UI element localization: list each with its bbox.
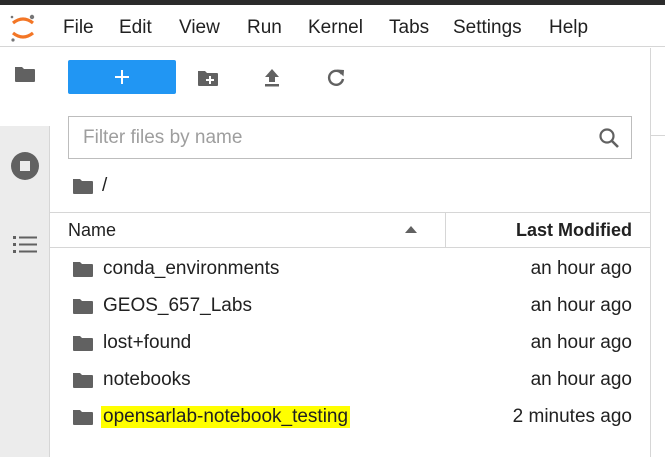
jupyter-logo-icon (10, 14, 35, 42)
table-of-contents-icon (13, 236, 37, 253)
menu-help[interactable]: Help (549, 17, 588, 39)
sort-ascending-icon (405, 226, 417, 233)
sidebar-tab-running[interactable] (0, 146, 50, 186)
list-item[interactable]: lost+found an hour ago (50, 325, 650, 362)
menu-settings[interactable]: Settings (453, 17, 522, 39)
column-header-name-label: Name (68, 220, 117, 240)
home-folder-icon[interactable] (72, 177, 94, 195)
search-icon[interactable] (597, 126, 621, 150)
folder-icon (73, 336, 93, 351)
divider (651, 135, 665, 136)
menu-file[interactable]: File (63, 17, 94, 39)
list-item[interactable]: GEOS_657_Labs an hour ago (50, 288, 650, 325)
activity-sidebar (0, 48, 50, 457)
menu-edit[interactable]: Edit (119, 17, 152, 39)
folder-icon (73, 373, 93, 388)
right-panel-edge (650, 48, 665, 457)
folder-icon (73, 262, 93, 277)
file-modified: an hour ago (530, 295, 632, 316)
filter-files-input[interactable] (69, 117, 589, 158)
breadcrumb-separator: / (102, 175, 108, 196)
column-header-name[interactable]: Name (50, 213, 446, 247)
upload-icon (265, 69, 279, 87)
folder-icon (73, 299, 93, 314)
list-item[interactable]: notebooks an hour ago (50, 362, 650, 399)
new-folder-button[interactable] (192, 62, 224, 94)
menu-bar: File Edit View Run Kernel Tabs Settings … (0, 5, 665, 47)
file-browser-toolbar (50, 48, 650, 110)
file-name: lost+found (103, 332, 192, 353)
plus-icon (115, 70, 129, 84)
file-name: notebooks (103, 369, 191, 390)
file-modified: 2 minutes ago (512, 406, 632, 427)
column-header-modified-label: Last Modified (516, 220, 632, 240)
file-name: opensarlab-notebook_testing (101, 406, 351, 428)
file-listing: conda_environments an hour ago GEOS_657_… (50, 251, 650, 436)
sidebar-tab-files[interactable] (0, 54, 50, 94)
file-modified: an hour ago (530, 369, 632, 390)
file-modified: an hour ago (530, 332, 632, 353)
filter-box (68, 116, 632, 159)
menu-kernel[interactable]: Kernel (308, 17, 363, 39)
file-name: GEOS_657_Labs (103, 295, 252, 316)
file-name: conda_environments (103, 258, 280, 279)
new-launcher-button[interactable] (68, 60, 176, 94)
upload-button[interactable] (256, 62, 288, 94)
file-browser-panel: / Name Last Modified conda_environments … (50, 48, 650, 457)
menu-run[interactable]: Run (247, 17, 282, 39)
running-stop-icon (11, 152, 39, 180)
folder-icon (73, 410, 93, 425)
menu-view[interactable]: View (179, 17, 220, 39)
breadcrumb: / (72, 174, 107, 198)
refresh-icon (327, 69, 345, 86)
file-modified: an hour ago (530, 258, 632, 279)
new-folder-icon (198, 71, 218, 86)
sidebar-tab-toc[interactable] (0, 224, 50, 264)
folder-icon (15, 67, 35, 82)
column-header-modified[interactable]: Last Modified (446, 213, 650, 247)
refresh-button[interactable] (320, 62, 352, 94)
list-item[interactable]: conda_environments an hour ago (50, 251, 650, 288)
listing-header: Name Last Modified (50, 212, 650, 248)
menu-tabs[interactable]: Tabs (389, 17, 429, 39)
list-item[interactable]: opensarlab-notebook_testing 2 minutes ag… (50, 399, 650, 436)
